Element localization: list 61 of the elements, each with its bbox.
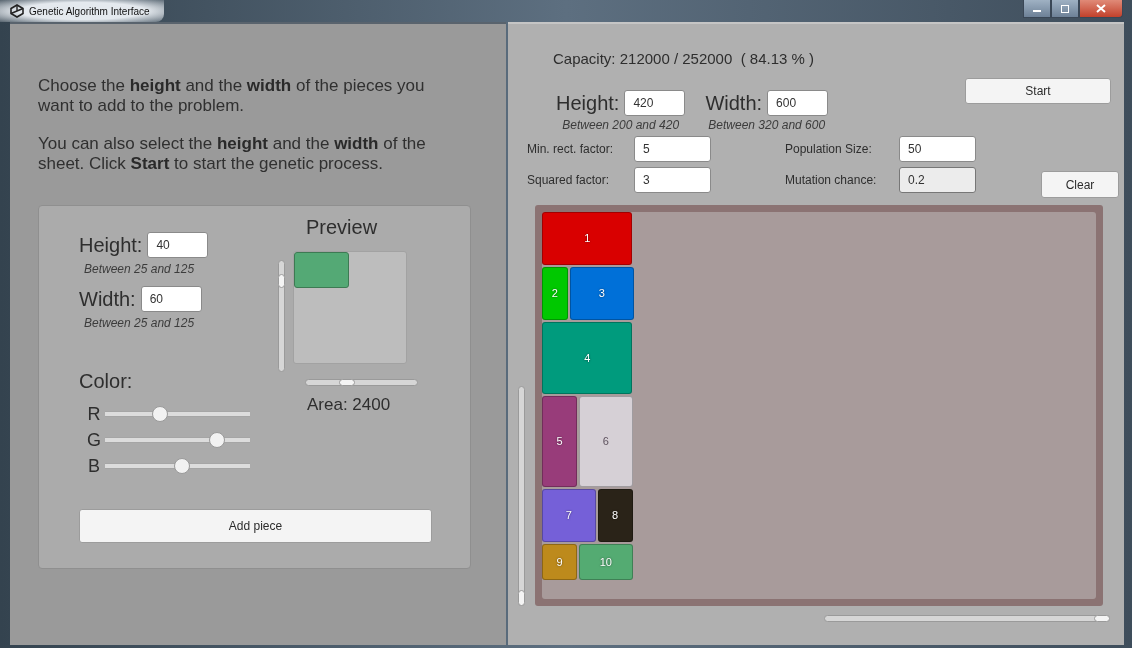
piece: 9 <box>542 544 578 581</box>
piece: 8 <box>597 488 633 543</box>
hint-text: Between 25 and 125 <box>84 316 196 330</box>
input-field[interactable]: 3 <box>634 167 711 193</box>
field-label: Width: <box>79 287 136 311</box>
slider-thumb[interactable] <box>173 458 190 474</box>
clear-button[interactable]: Clear <box>1041 171 1119 198</box>
preview-title: Preview <box>306 216 379 239</box>
field-label: Height: <box>556 91 620 115</box>
piece: 4 <box>542 322 633 395</box>
field-label: Width: <box>705 91 763 115</box>
close-button[interactable] <box>1079 0 1123 18</box>
hint-text: Between 25 and 125 <box>84 262 196 276</box>
piece-preview <box>294 252 349 289</box>
channel-label: B <box>87 455 101 477</box>
input-field[interactable]: 5 <box>634 136 711 162</box>
scrollbar[interactable] <box>518 386 525 606</box>
start-button[interactable]: Start <box>965 78 1111 104</box>
maximize-button[interactable] <box>1051 0 1079 18</box>
minimize-button[interactable] <box>1023 0 1051 18</box>
add-piece-button[interactable]: Add piece <box>79 509 432 543</box>
parameter-label: Mutation chance: <box>785 173 878 187</box>
input-field[interactable]: 600 <box>767 90 829 116</box>
hint-text: Between 320 and 600 <box>708 118 826 132</box>
piece: 2 <box>542 266 568 321</box>
slider-thumb[interactable] <box>208 432 225 448</box>
scrollbar[interactable] <box>305 379 418 386</box>
piece: 6 <box>579 396 633 487</box>
maximize-icon <box>1060 4 1070 13</box>
window-title: Genetic Algorithm Interface <box>29 5 150 17</box>
input-field[interactable]: 420 <box>624 90 686 116</box>
instruction-text: Choose the height and the width of the pieces you want to add to the problem. <box>38 76 426 116</box>
scrollbar[interactable] <box>824 615 1110 622</box>
close-icon <box>1096 4 1106 13</box>
app-icon <box>10 4 24 18</box>
scroll-thumb[interactable] <box>278 274 285 288</box>
piece: 10 <box>579 544 633 581</box>
channel-label: G <box>86 429 102 451</box>
scroll-thumb[interactable] <box>1094 615 1110 622</box>
piece: 3 <box>569 266 634 321</box>
piece: 1 <box>542 212 633 265</box>
instruction-text: You can also select the height and the width of the sheet. Click Start to start the genetic process. <box>38 134 427 174</box>
color-label: Color: <box>79 370 134 393</box>
slider-thumb[interactable] <box>152 406 169 422</box>
parameter-label: Min. rect. factor: <box>527 142 615 156</box>
input-field[interactable]: 50 <box>899 136 976 162</box>
parameter-label: Squared factor: <box>527 173 611 187</box>
input-field[interactable]: 0.2 <box>899 167 976 193</box>
scroll-thumb[interactable] <box>339 379 355 386</box>
input-field[interactable]: 40 <box>147 232 209 258</box>
field-label: Height: <box>79 233 143 257</box>
piece: 5 <box>542 396 578 487</box>
scroll-thumb[interactable] <box>518 590 525 606</box>
piece: 7 <box>542 488 596 543</box>
scrollbar[interactable] <box>278 260 285 372</box>
capacity-label: Capacity: 212000 / 252000 ( 84.13 % ) <box>553 50 815 67</box>
parameter-label: Population Size: <box>785 142 873 156</box>
hint-text: Between 200 and 420 <box>562 118 680 132</box>
input-field[interactable]: 60 <box>140 286 202 312</box>
area-label: Area: 2400 <box>307 395 392 415</box>
channel-label: R <box>86 403 102 425</box>
